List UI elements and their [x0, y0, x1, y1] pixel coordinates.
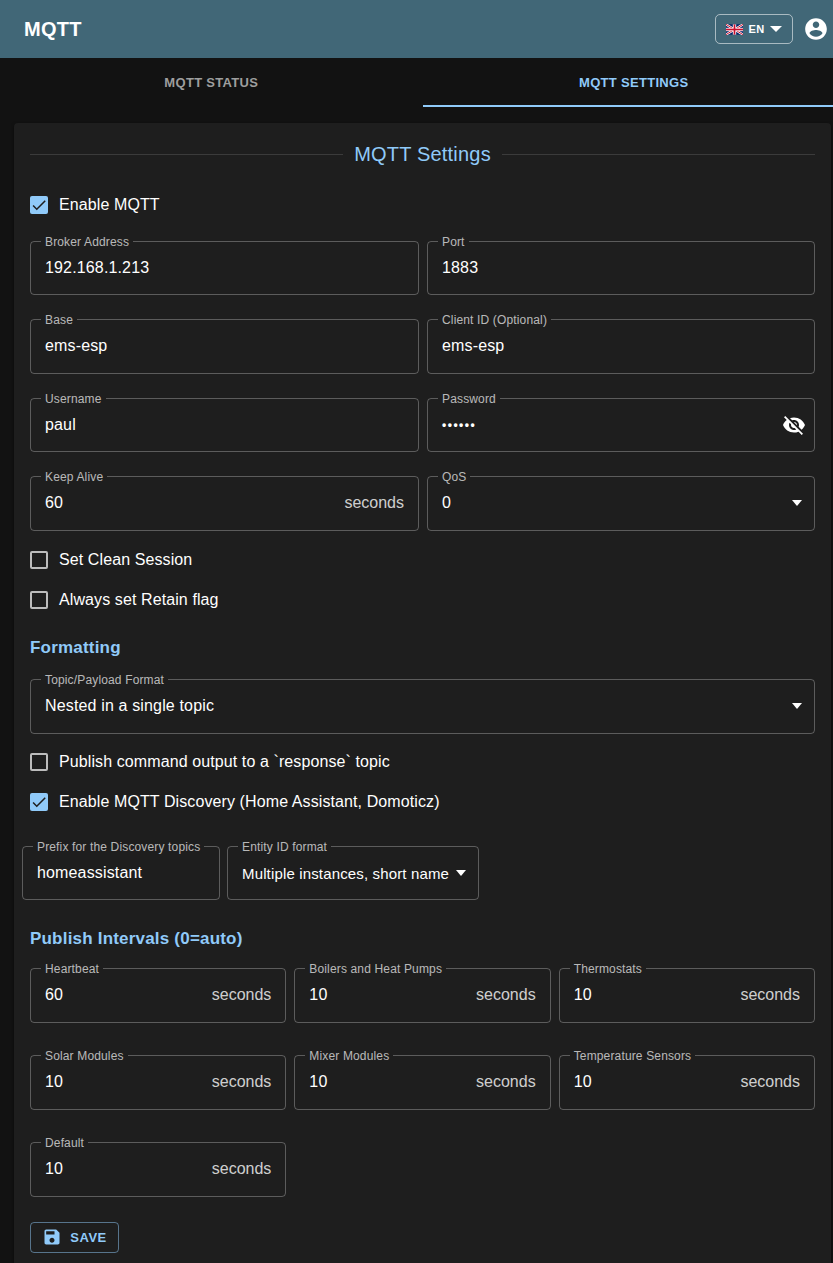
- boilers-interval-input[interactable]: Boilers and Heat Pumps 10 seconds: [294, 968, 550, 1023]
- settings-title-divider: MQTT Settings: [30, 139, 815, 169]
- retain-flag-checkbox[interactable]: Always set Retain flag: [30, 580, 815, 620]
- tab-bar: MQTT STATUS MQTT SETTINGS: [0, 58, 833, 107]
- publish-intervals-heading: Publish Intervals (0=auto): [30, 927, 815, 951]
- dropdown-arrow-icon: [456, 870, 466, 876]
- app-header: MQTT EN: [0, 0, 833, 58]
- settings-card: MQTT Settings Enable MQTT Broker Address…: [14, 123, 831, 1263]
- client-id-input[interactable]: Client ID (Optional) ems-esp: [427, 319, 815, 374]
- uk-flag-icon: [726, 24, 743, 35]
- dropdown-arrow-icon: [792, 703, 802, 709]
- checkbox-unchecked-icon: [30, 551, 48, 569]
- tab-mqtt-status[interactable]: MQTT STATUS: [0, 58, 423, 107]
- settings-title: MQTT Settings: [343, 143, 502, 166]
- thermostats-interval-input[interactable]: Thermostats 10 seconds: [559, 968, 815, 1023]
- page-title: MQTT: [24, 18, 82, 41]
- language-button[interactable]: EN: [715, 14, 793, 44]
- username-input[interactable]: Username paul: [30, 398, 419, 453]
- divider-line-right: [502, 154, 815, 155]
- publish-response-checkbox[interactable]: Publish command output to a `response` t…: [30, 742, 815, 782]
- active-tab-indicator: [423, 105, 833, 107]
- save-icon: [42, 1227, 62, 1247]
- dropdown-arrow-icon: [792, 500, 802, 506]
- discovery-prefix-input[interactable]: Prefix for the Discovery topics homeassi…: [22, 846, 220, 900]
- checkbox-checked-icon: [30, 196, 48, 214]
- default-interval-input[interactable]: Default 10 seconds: [30, 1142, 286, 1197]
- divider-line-left: [30, 154, 343, 155]
- password-input[interactable]: Password ••••••: [427, 398, 815, 453]
- base-input[interactable]: Base ems-esp: [30, 319, 419, 374]
- caret-down-icon: [770, 26, 782, 32]
- qos-select[interactable]: QoS 0: [427, 476, 815, 531]
- account-circle-icon: [805, 18, 827, 40]
- save-button[interactable]: SAVE: [30, 1222, 119, 1253]
- checkbox-checked-icon: [30, 793, 48, 811]
- mixer-interval-input[interactable]: Mixer Modules 10 seconds: [294, 1055, 550, 1110]
- account-button[interactable]: [803, 16, 829, 42]
- heartbeat-interval-input[interactable]: Heartbeat 60 seconds: [30, 968, 286, 1023]
- clean-session-checkbox[interactable]: Set Clean Session: [30, 540, 815, 580]
- temperature-interval-input[interactable]: Temperature Sensors 10 seconds: [559, 1055, 815, 1110]
- visibility-off-icon[interactable]: [782, 413, 806, 437]
- port-input[interactable]: Port 1883: [427, 241, 815, 296]
- enable-mqtt-checkbox[interactable]: Enable MQTT: [30, 185, 815, 225]
- save-label: SAVE: [70, 1230, 106, 1245]
- topic-format-select[interactable]: Topic/Payload Format Nested in a single …: [30, 679, 815, 734]
- checkbox-unchecked-icon: [30, 753, 48, 771]
- solar-interval-input[interactable]: Solar Modules 10 seconds: [30, 1055, 286, 1110]
- keep-alive-unit: seconds: [344, 494, 404, 512]
- language-label: EN: [749, 23, 765, 35]
- broker-address-input[interactable]: Broker Address 192.168.1.213: [30, 241, 419, 296]
- formatting-heading: Formatting: [30, 636, 815, 660]
- keep-alive-input[interactable]: Keep Alive 60 seconds: [30, 476, 419, 531]
- page: MQTT EN MQTT STATUS MQTT SETTINGS MQTT S…: [0, 0, 833, 1263]
- tab-mqtt-settings[interactable]: MQTT SETTINGS: [423, 58, 833, 107]
- mqtt-discovery-checkbox[interactable]: Enable MQTT Discovery (Home Assistant, D…: [30, 782, 815, 822]
- entity-id-format-select[interactable]: Entity ID format Multiple instances, sho…: [227, 846, 479, 900]
- checkbox-unchecked-icon: [30, 591, 48, 609]
